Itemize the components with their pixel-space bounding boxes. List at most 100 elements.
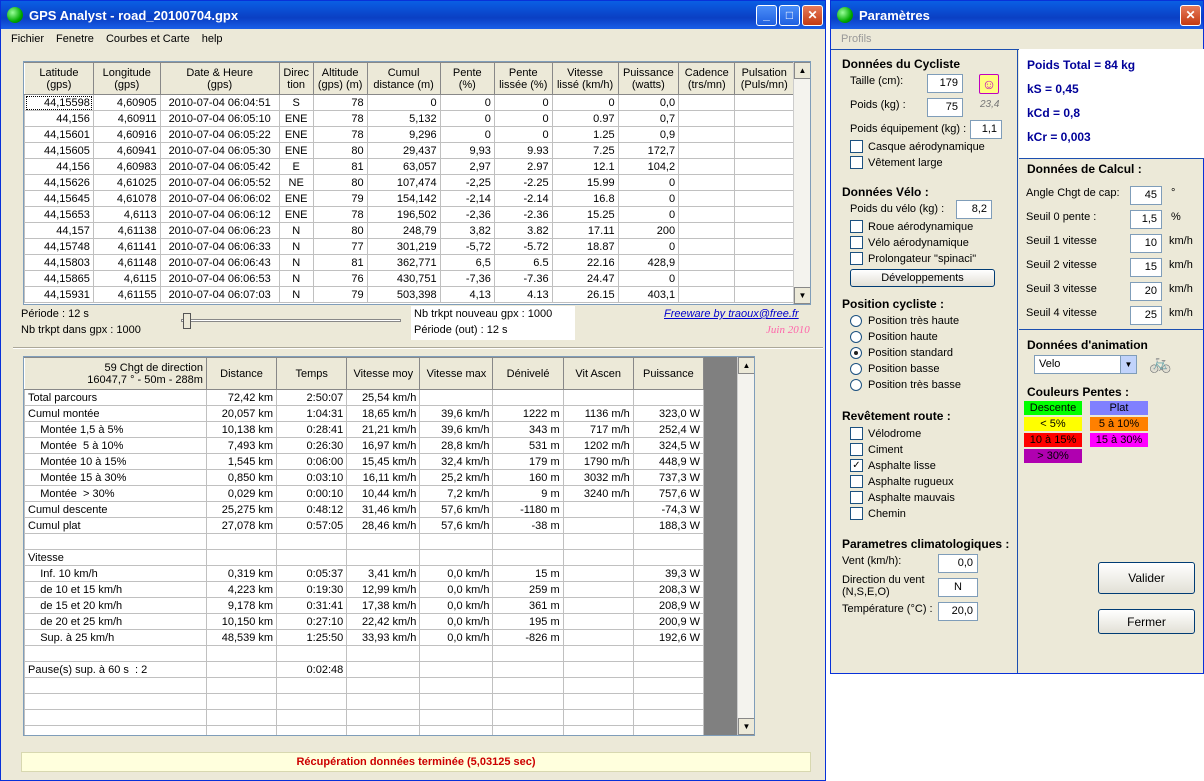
stats-column-header[interactable]: Vitesse moy bbox=[346, 357, 421, 390]
table-cell[interactable]: 0 bbox=[493, 126, 553, 143]
table-cell[interactable]: 76 bbox=[312, 270, 368, 287]
table-cell[interactable]: 248,79 bbox=[366, 222, 441, 239]
table-cell[interactable]: 104,2 bbox=[617, 158, 680, 175]
table-cell[interactable]: 1790 m/h bbox=[562, 453, 634, 470]
table-cell[interactable]: 28,8 km/h bbox=[419, 437, 494, 454]
table-cell[interactable]: 12,99 km/h bbox=[346, 581, 421, 598]
radio-button-icon[interactable] bbox=[850, 379, 862, 391]
table-cell[interactable]: N bbox=[278, 222, 314, 239]
slope-color-swatch[interactable]: Plat bbox=[1090, 401, 1148, 415]
table-cell[interactable]: 15 m bbox=[492, 565, 564, 582]
track-column-header[interactable]: Puissance (watts) bbox=[617, 62, 680, 95]
checkbox-icon[interactable] bbox=[850, 427, 863, 440]
table-cell[interactable] bbox=[678, 270, 736, 287]
table-cell[interactable] bbox=[678, 222, 736, 239]
table-cell[interactable] bbox=[562, 389, 634, 406]
table-cell[interactable]: 0:03:10 bbox=[276, 469, 348, 486]
table-cell[interactable]: -2,36 bbox=[439, 206, 495, 223]
menu-fenetre[interactable]: Fenetre bbox=[50, 33, 100, 45]
track-column-header[interactable]: Altitude (gps) (m) bbox=[312, 62, 368, 95]
table-cell[interactable]: 4,61138 bbox=[92, 222, 161, 239]
table-cell[interactable]: 57,6 km/h bbox=[419, 517, 494, 534]
poids-velo-input[interactable]: 8,2 bbox=[956, 200, 992, 219]
table-cell[interactable]: 2010-07-04 06:06:23 bbox=[159, 222, 280, 239]
table-cell[interactable]: 343 m bbox=[492, 421, 564, 438]
table-cell[interactable]: 44,15605 bbox=[24, 142, 94, 159]
table-cell[interactable]: 192,6 W bbox=[632, 629, 705, 646]
track-column-header[interactable]: Date & Heure (gps) bbox=[159, 62, 280, 95]
table-row[interactable]: 44,15645 4,61078 2010-07-04 06:06:02 ENE 79 1… bbox=[24, 190, 794, 207]
table-cell[interactable]: 2010-07-04 06:04:51 bbox=[159, 94, 280, 111]
table-cell[interactable]: 188,3 W bbox=[632, 517, 705, 534]
table-cell[interactable]: 324,5 W bbox=[632, 437, 705, 454]
table-cell[interactable]: -38 m bbox=[492, 517, 564, 534]
table-cell[interactable]: 0 bbox=[366, 94, 441, 111]
table-cell[interactable]: 44,157 bbox=[24, 222, 94, 239]
table-cell[interactable]: NE bbox=[278, 174, 314, 191]
table-cell[interactable]: -1180 m bbox=[492, 501, 564, 518]
table-cell[interactable]: 208,3 W bbox=[632, 581, 705, 598]
revetement-checkbox[interactable]: ✓ Asphalte lisse bbox=[850, 459, 936, 472]
prolongateur-checkbox[interactable]: Prolongateur "spinaci" bbox=[850, 252, 976, 265]
table-cell[interactable] bbox=[734, 270, 794, 287]
table-cell[interactable] bbox=[346, 693, 421, 710]
table-row[interactable]: Montée 15 à 30% 0,850 km 0:03:10 16,11 km/h… bbox=[24, 469, 705, 486]
table-cell[interactable] bbox=[24, 677, 207, 694]
table-cell[interactable]: ENE bbox=[278, 190, 314, 207]
casque-checkbox[interactable]: Casque aérodynamique bbox=[850, 140, 985, 153]
minimize-button[interactable]: _ bbox=[756, 4, 777, 26]
table-cell[interactable]: 0:26:30 bbox=[276, 437, 348, 454]
table-cell[interactable]: Sup. à 25 km/h bbox=[24, 629, 207, 646]
table-cell[interactable] bbox=[632, 549, 705, 566]
table-cell[interactable] bbox=[632, 677, 705, 694]
table-cell[interactable]: 200,9 W bbox=[632, 613, 705, 630]
close-button[interactable]: ✕ bbox=[802, 4, 823, 26]
table-cell[interactable] bbox=[734, 190, 794, 207]
table-cell[interactable] bbox=[346, 661, 421, 678]
table-cell[interactable] bbox=[276, 725, 348, 735]
chevron-down-icon[interactable]: ▼ bbox=[1120, 356, 1136, 373]
menu-courbes-carte[interactable]: Courbes et Carte bbox=[100, 33, 196, 45]
table-cell[interactable]: 1:04:31 bbox=[276, 405, 348, 422]
table-row[interactable]: 44,15748 4,61141 2010-07-04 06:06:33 N 77 301… bbox=[24, 238, 794, 255]
table-cell[interactable] bbox=[419, 389, 494, 406]
table-cell[interactable]: 78 bbox=[312, 94, 368, 111]
table-cell[interactable]: 107,474 bbox=[366, 174, 441, 191]
stats-column-header[interactable]: Puissance bbox=[632, 357, 705, 390]
table-cell[interactable]: 361 m bbox=[492, 597, 564, 614]
stats-column-header[interactable]: Temps bbox=[276, 357, 348, 390]
table-cell[interactable] bbox=[276, 709, 348, 726]
slope-color-swatch[interactable]: 15 à 30% bbox=[1090, 433, 1148, 447]
table-cell[interactable]: 5,132 bbox=[366, 110, 441, 127]
seuil1-input[interactable]: 10 bbox=[1130, 234, 1162, 253]
table-row[interactable]: Montée > 30% 0,029 km 0:00:10 10,44 km/h 7,2… bbox=[24, 485, 705, 502]
table-cell[interactable]: 7.25 bbox=[551, 142, 619, 159]
table-cell[interactable]: ENE bbox=[278, 126, 314, 143]
table-cell[interactable]: 0 bbox=[439, 94, 495, 111]
table-cell[interactable]: 2010-07-04 06:05:42 bbox=[159, 158, 280, 175]
table-row[interactable]: 44,157 4,61138 2010-07-04 06:06:23 N 80 248,7… bbox=[24, 222, 794, 239]
table-cell[interactable]: 0 bbox=[439, 126, 495, 143]
table-cell[interactable]: 48,539 km bbox=[205, 629, 278, 646]
table-cell[interactable]: 0,0 bbox=[617, 94, 680, 111]
table-cell[interactable]: 25,275 km bbox=[205, 501, 278, 518]
table-cell[interactable]: 757,6 W bbox=[632, 485, 705, 502]
table-row[interactable]: 44,15803 4,61148 2010-07-04 06:06:43 N 81 362… bbox=[24, 254, 794, 271]
table-cell[interactable]: 0,0 km/h bbox=[419, 565, 494, 582]
table-cell[interactable]: 78 bbox=[312, 126, 368, 143]
roue-checkbox[interactable]: Roue aérodynamique bbox=[850, 220, 973, 233]
table-cell[interactable]: 15,45 km/h bbox=[346, 453, 421, 470]
angle-input[interactable]: 45 bbox=[1130, 186, 1162, 205]
table-cell[interactable] bbox=[734, 238, 794, 255]
table-cell[interactable]: 0 bbox=[617, 174, 680, 191]
table-cell[interactable]: de 20 et 25 km/h bbox=[24, 613, 207, 630]
table-cell[interactable]: 531 m bbox=[492, 437, 564, 454]
table-cell[interactable] bbox=[562, 517, 634, 534]
track-column-header[interactable]: Longitude (gps) bbox=[92, 62, 161, 95]
track-column-header[interactable]: Pente lissée (%) bbox=[493, 62, 553, 95]
table-cell[interactable]: 0:00:10 bbox=[276, 485, 348, 502]
table-cell[interactable]: 0:31:41 bbox=[276, 597, 348, 614]
table-cell[interactable] bbox=[734, 158, 794, 175]
table-cell[interactable] bbox=[562, 501, 634, 518]
table-cell[interactable]: 6,5 bbox=[439, 254, 495, 271]
